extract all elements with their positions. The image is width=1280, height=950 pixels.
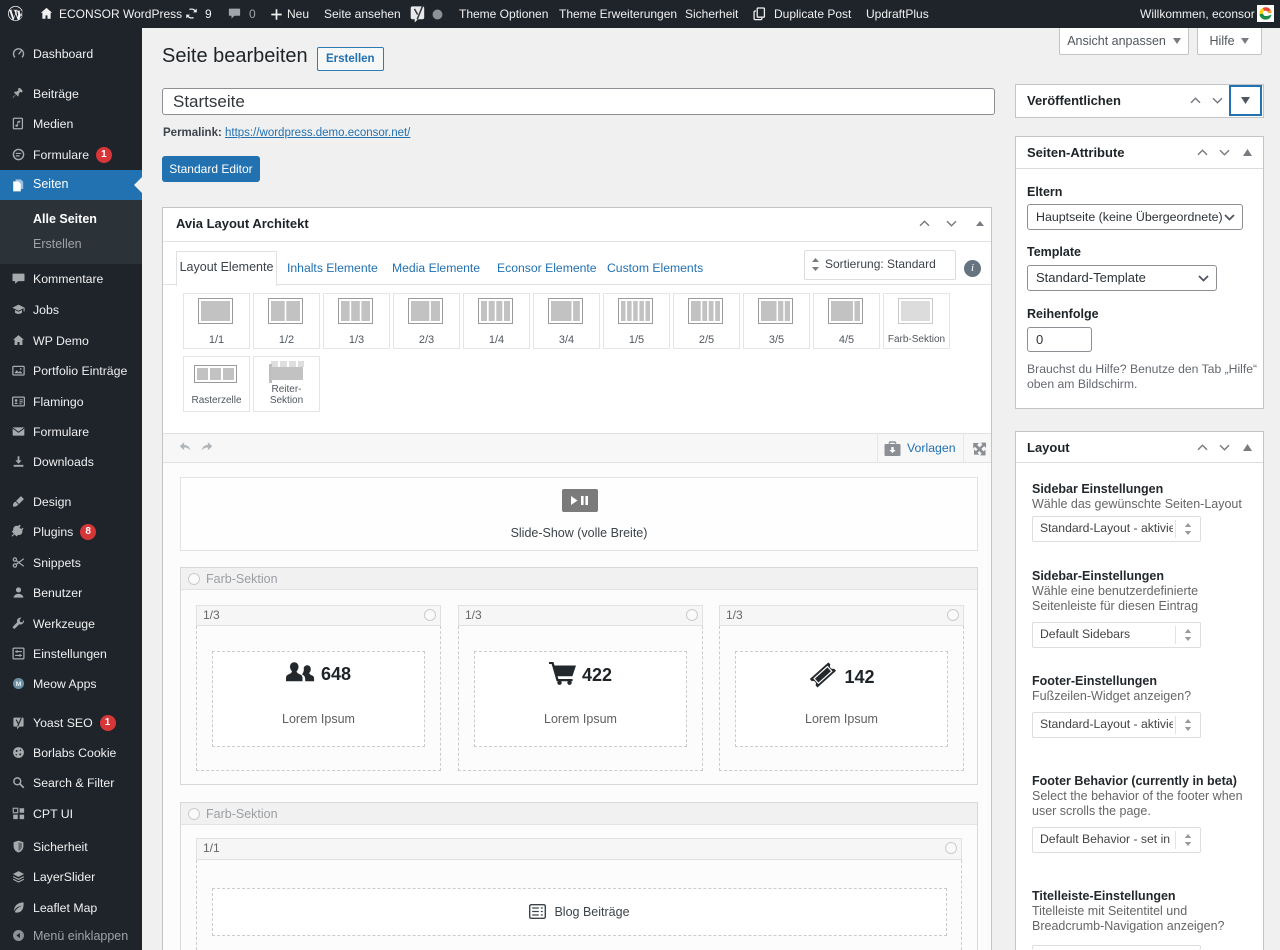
svg-text:M: M — [16, 681, 22, 688]
